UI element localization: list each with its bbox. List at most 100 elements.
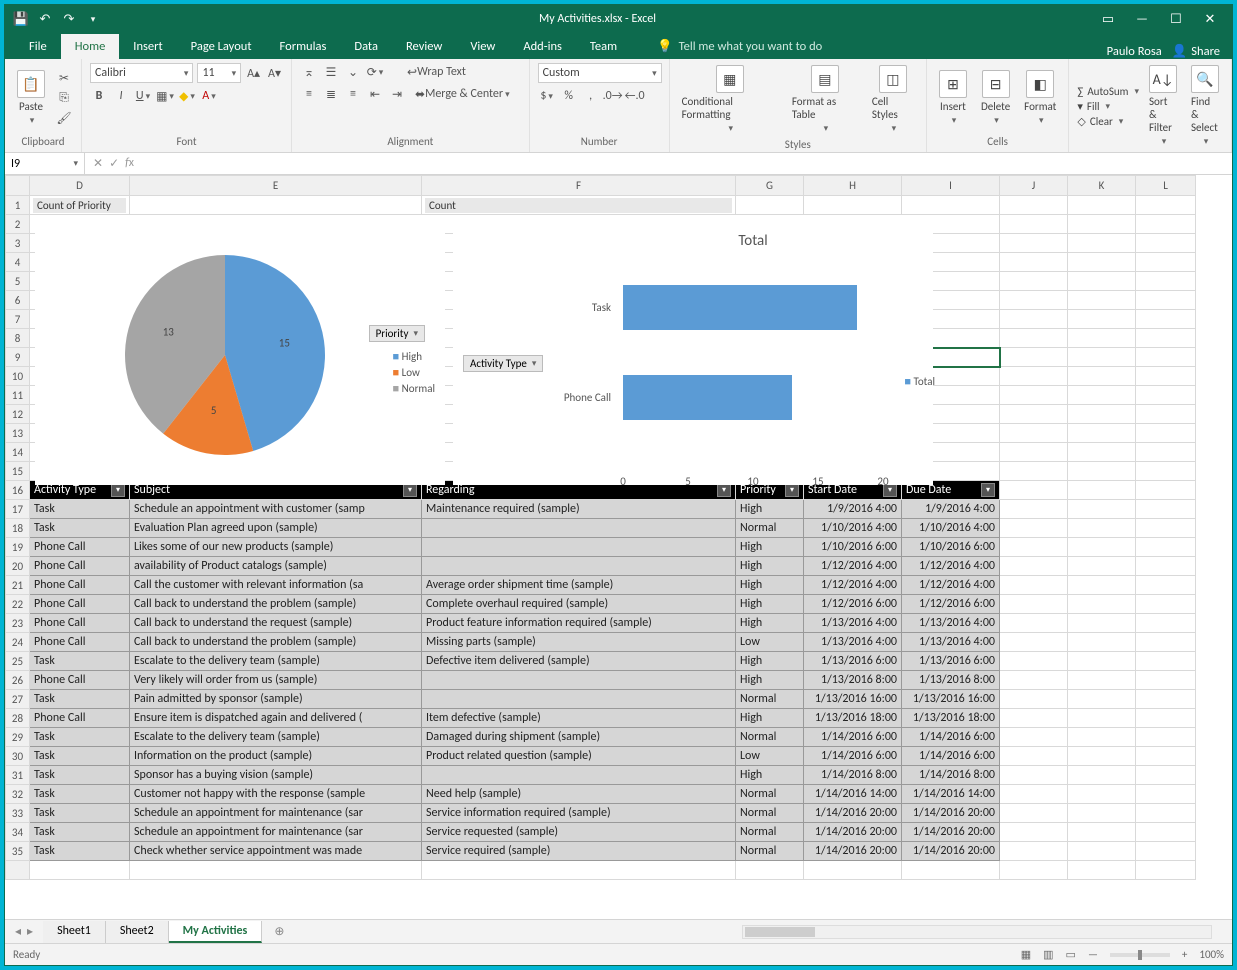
filter-dropdown-icon[interactable]: ▾ <box>403 483 417 497</box>
table-cell[interactable]: Call back to understand the problem (sam… <box>130 633 422 652</box>
row-header[interactable]: 9 <box>6 348 30 367</box>
cut-icon[interactable]: ✂ <box>55 69 73 87</box>
cell[interactable] <box>1000 557 1068 576</box>
font-color-button[interactable]: A▾ <box>200 87 218 105</box>
row-header[interactable]: 12 <box>6 405 30 424</box>
table-cell[interactable]: Information on the product (sample) <box>130 747 422 766</box>
row-header[interactable]: 23 <box>6 614 30 633</box>
table-cell[interactable]: Task <box>30 766 130 785</box>
cell[interactable] <box>1000 310 1068 329</box>
col-header[interactable]: D <box>30 176 130 196</box>
redo-icon[interactable]: ↷ <box>61 11 77 27</box>
cell[interactable] <box>1068 652 1136 671</box>
cell[interactable] <box>1068 861 1136 880</box>
cell-styles-button[interactable]: ◫Cell Styles▾ <box>868 63 918 136</box>
row-header[interactable]: 20 <box>6 557 30 576</box>
table-cell[interactable] <box>422 519 736 538</box>
table-cell[interactable]: 1/10/2016 4:00 <box>804 519 902 538</box>
cell[interactable] <box>1068 386 1136 405</box>
table-cell[interactable]: Phone Call <box>30 557 130 576</box>
cell[interactable] <box>1136 481 1196 500</box>
cell[interactable] <box>130 196 422 215</box>
col-header[interactable]: F <box>422 176 736 196</box>
cell[interactable] <box>1136 842 1196 861</box>
table-cell[interactable]: Check whether service appointment was ma… <box>130 842 422 861</box>
table-cell[interactable]: Low <box>736 747 804 766</box>
cell[interactable] <box>1068 443 1136 462</box>
cell[interactable] <box>130 861 422 880</box>
cell[interactable] <box>1068 367 1136 386</box>
table-cell[interactable]: 1/13/2016 4:00 <box>902 633 1000 652</box>
fx-icon[interactable]: fx <box>125 156 134 171</box>
cell[interactable] <box>1136 690 1196 709</box>
table-cell[interactable]: Complete overhaul required (sample) <box>422 595 736 614</box>
cell[interactable] <box>1136 500 1196 519</box>
sheet-tab-sheet1[interactable]: Sheet1 <box>43 921 106 943</box>
table-cell[interactable]: Task <box>30 652 130 671</box>
currency-button[interactable]: $▾ <box>538 87 556 105</box>
cell[interactable] <box>1136 424 1196 443</box>
row-header[interactable]: 29 <box>6 728 30 747</box>
cell[interactable] <box>1000 633 1068 652</box>
cell[interactable] <box>736 861 804 880</box>
table-cell[interactable]: 1/12/2016 4:00 <box>902 557 1000 576</box>
cell[interactable] <box>1068 405 1136 424</box>
table-cell[interactable]: Phone Call <box>30 538 130 557</box>
cell[interactable] <box>1000 215 1068 234</box>
table-cell[interactable]: Schedule an appointment for maintenance … <box>130 804 422 823</box>
table-cell[interactable]: Normal <box>736 842 804 861</box>
sheet-tab-sheet2[interactable]: Sheet2 <box>106 921 169 943</box>
table-cell[interactable]: 1/14/2016 14:00 <box>804 785 902 804</box>
table-cell[interactable]: Schedule an appointment for maintenance … <box>130 823 422 842</box>
row-header[interactable]: 21 <box>6 576 30 595</box>
ribbon-options-icon[interactable]: ▭ <box>1100 12 1116 27</box>
table-cell[interactable] <box>422 538 736 557</box>
table-cell[interactable]: 1/14/2016 20:00 <box>804 804 902 823</box>
cell[interactable] <box>1000 462 1068 481</box>
table-cell[interactable]: High <box>736 614 804 633</box>
table-cell[interactable]: 1/13/2016 6:00 <box>804 652 902 671</box>
table-cell[interactable]: Task <box>30 500 130 519</box>
table-cell[interactable]: Task <box>30 785 130 804</box>
table-cell[interactable]: Low <box>736 633 804 652</box>
cell[interactable]: Count of Priority <box>30 196 130 215</box>
format-painter-icon[interactable]: 🖌 <box>55 109 73 127</box>
tab-add-ins[interactable]: Add-ins <box>509 34 576 59</box>
table-cell[interactable]: Escalate to the delivery team (sample) <box>130 652 422 671</box>
clear-button[interactable]: ◇ Clear▾ <box>1077 115 1139 128</box>
table-cell[interactable]: High <box>736 500 804 519</box>
tab-insert[interactable]: Insert <box>119 34 176 59</box>
cell[interactable] <box>1000 424 1068 443</box>
cell[interactable] <box>1068 462 1136 481</box>
table-cell[interactable]: 1/12/2016 6:00 <box>804 595 902 614</box>
table-cell[interactable]: 1/14/2016 8:00 <box>804 766 902 785</box>
table-cell[interactable]: 1/14/2016 20:00 <box>902 823 1000 842</box>
table-cell[interactable]: 1/12/2016 4:00 <box>902 576 1000 595</box>
cell[interactable] <box>1000 500 1068 519</box>
sort-filter-button[interactable]: A↓Sort & Filter▾ <box>1145 63 1181 149</box>
cell[interactable] <box>1000 196 1068 215</box>
cell[interactable] <box>1068 595 1136 614</box>
row-header[interactable]: 22 <box>6 595 30 614</box>
close-icon[interactable]: ✕ <box>1202 12 1218 27</box>
col-header[interactable]: E <box>130 176 422 196</box>
tab-next-icon[interactable]: ▸ <box>27 924 33 939</box>
table-cell[interactable]: 1/9/2016 4:00 <box>902 500 1000 519</box>
cell[interactable] <box>1068 709 1136 728</box>
table-cell[interactable]: 1/14/2016 6:00 <box>804 747 902 766</box>
cell[interactable] <box>1136 804 1196 823</box>
cell[interactable] <box>1136 443 1196 462</box>
table-cell[interactable]: Phone Call <box>30 709 130 728</box>
table-cell[interactable]: Service required (sample) <box>422 842 736 861</box>
row-header[interactable]: 11 <box>6 386 30 405</box>
cell[interactable] <box>1136 785 1196 804</box>
tab-home[interactable]: Home <box>61 34 120 59</box>
table-cell[interactable]: Service requested (sample) <box>422 823 736 842</box>
cell[interactable] <box>1136 576 1196 595</box>
cell[interactable] <box>1068 557 1136 576</box>
row-header[interactable]: 33 <box>6 804 30 823</box>
increase-indent-icon[interactable]: ⇥ <box>388 85 406 103</box>
cell[interactable] <box>1068 671 1136 690</box>
cell[interactable] <box>1068 215 1136 234</box>
table-cell[interactable]: High <box>736 595 804 614</box>
